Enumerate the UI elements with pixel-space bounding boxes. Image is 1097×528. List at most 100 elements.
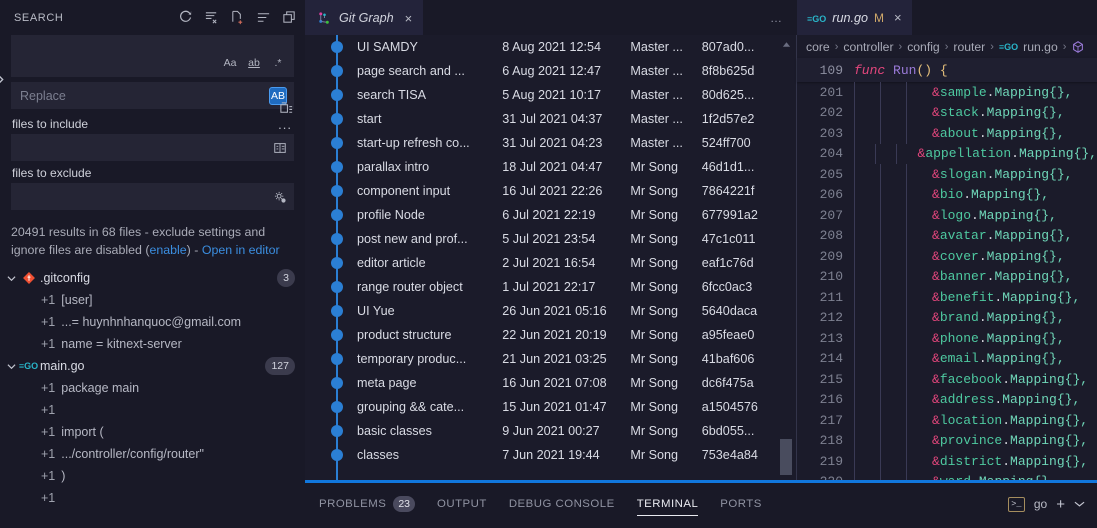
tab-git-graph[interactable]: Git Graph × bbox=[305, 0, 423, 35]
clear-search-results-icon[interactable] bbox=[204, 10, 219, 25]
new-terminal-icon[interactable]: + bbox=[1056, 496, 1065, 513]
code-line[interactable]: 218&province.Mapping{}, bbox=[797, 431, 1097, 452]
code-line[interactable]: 203&about.Mapping{}, bbox=[797, 123, 1097, 144]
commit-row[interactable]: basic classes 9 Jun 2021 00:27 Mr Song 6… bbox=[357, 419, 775, 443]
graph-node[interactable] bbox=[331, 449, 343, 461]
search-result-match[interactable]: +1 .../controller/config/router" bbox=[0, 443, 305, 465]
tab-run-go[interactable]: ≡GO run.go M × bbox=[797, 0, 912, 35]
graph-node[interactable] bbox=[331, 161, 343, 173]
search-result-match[interactable]: +1 ...= huynhnhanquoc@gmail.com bbox=[0, 311, 305, 333]
files-to-include-box[interactable] bbox=[11, 134, 294, 161]
tab-terminal[interactable]: TERMINAL bbox=[637, 483, 699, 525]
use-open-editors-icon[interactable] bbox=[273, 141, 287, 155]
enable-link[interactable]: enable bbox=[149, 243, 186, 257]
chevron-down-icon[interactable] bbox=[4, 274, 19, 283]
tab-output[interactable]: OUTPUT bbox=[437, 483, 487, 525]
replace-all-icon[interactable] bbox=[279, 101, 294, 116]
code-line[interactable]: 202&stack.Mapping{}, bbox=[797, 103, 1097, 124]
commit-row[interactable]: start-up refresh co... 31 Jul 2021 04:23… bbox=[357, 131, 775, 155]
search-input-box[interactable]: Aa ab .* bbox=[11, 35, 294, 77]
search-result-match[interactable]: +1 bbox=[0, 487, 305, 509]
search-result-match[interactable]: +1 [user] bbox=[0, 289, 305, 311]
close-icon[interactable]: × bbox=[405, 11, 413, 26]
code-line[interactable]: 201&sample.Mapping{}, bbox=[797, 82, 1097, 103]
breadcrumb-item-core[interactable]: core bbox=[806, 40, 830, 54]
toggle-search-details-icon[interactable]: ... bbox=[278, 117, 294, 132]
open-new-search-editor-icon[interactable] bbox=[230, 10, 245, 25]
graph-node[interactable] bbox=[331, 425, 343, 437]
code-content[interactable]: 201&sample.Mapping{}, 202&stack.Mapping{… bbox=[797, 82, 1097, 528]
tab-ports[interactable]: PORTS bbox=[720, 483, 762, 525]
commit-row[interactable]: component input 16 Jul 2021 22:26 Mr Son… bbox=[357, 179, 775, 203]
search-input[interactable] bbox=[20, 50, 221, 72]
code-line[interactable]: 205&slogan.Mapping{}, bbox=[797, 164, 1097, 185]
replace-input[interactable] bbox=[20, 83, 269, 108]
code-line[interactable]: 210&banner.Mapping{}, bbox=[797, 267, 1097, 288]
breadcrumb-item-controller[interactable]: controller bbox=[843, 40, 893, 54]
graph-node[interactable] bbox=[331, 41, 343, 53]
breadcrumb-item-run-go[interactable]: run.go bbox=[1023, 40, 1058, 54]
scrollbar-thumb[interactable] bbox=[780, 439, 792, 475]
match-whole-word-icon[interactable]: ab bbox=[245, 54, 263, 72]
code-line[interactable]: 206&bio.Mapping{}, bbox=[797, 185, 1097, 206]
code-line[interactable]: 213&phone.Mapping{}, bbox=[797, 328, 1097, 349]
graph-node[interactable] bbox=[331, 233, 343, 245]
view-as-list-icon[interactable] bbox=[256, 10, 271, 25]
commit-row[interactable]: page search and ... 6 Aug 2021 12:47 Mas… bbox=[357, 59, 775, 83]
code-line[interactable]: 211&benefit.Mapping{}, bbox=[797, 287, 1097, 308]
code-line[interactable]: 209&cover.Mapping{}, bbox=[797, 246, 1097, 267]
chevron-down-icon[interactable] bbox=[1074, 500, 1085, 508]
code-line[interactable]: 215&facebook.Mapping{}, bbox=[797, 369, 1097, 390]
files-to-exclude-input[interactable] bbox=[20, 184, 273, 209]
search-result-match[interactable]: +1 package main bbox=[0, 377, 305, 399]
search-result-match[interactable]: +1 bbox=[0, 399, 305, 421]
breadcrumb-item-router[interactable]: router bbox=[953, 40, 985, 54]
tab-debug-console[interactable]: DEBUG CONSOLE bbox=[509, 483, 615, 525]
refresh-icon[interactable] bbox=[178, 10, 193, 25]
git-graph-scrollbar[interactable] bbox=[779, 35, 793, 528]
graph-node[interactable] bbox=[331, 209, 343, 221]
tabbar-more-actions[interactable]: … bbox=[770, 0, 797, 35]
use-exclude-settings-icon[interactable] bbox=[273, 190, 287, 204]
symbol-method-icon[interactable] bbox=[1071, 40, 1085, 54]
graph-node[interactable] bbox=[331, 281, 343, 293]
commit-row[interactable]: product structure 22 Jun 2021 20:19 Mr S… bbox=[357, 323, 775, 347]
chevron-down-icon[interactable] bbox=[4, 362, 19, 371]
commit-row[interactable]: temporary produc... 21 Jun 2021 03:25 Mr… bbox=[357, 347, 775, 371]
commit-row[interactable]: start 31 Jul 2021 04:37 Master ... 1f2d5… bbox=[357, 107, 775, 131]
files-to-include-input[interactable] bbox=[20, 135, 273, 160]
graph-node[interactable] bbox=[331, 257, 343, 269]
graph-node[interactable] bbox=[331, 65, 343, 77]
graph-node[interactable] bbox=[331, 185, 343, 197]
files-to-exclude-box[interactable] bbox=[11, 183, 294, 210]
commit-row[interactable]: grouping && cate... 15 Jun 2021 01:47 Mr… bbox=[357, 395, 775, 419]
code-line[interactable]: 207&logo.Mapping{}, bbox=[797, 205, 1097, 226]
search-result-file-main-go[interactable]: ≡GO main.go 127 bbox=[0, 355, 305, 377]
replace-input-box[interactable]: AB bbox=[11, 82, 294, 109]
graph-node[interactable] bbox=[331, 353, 343, 365]
commit-row[interactable]: post new and prof... 5 Jul 2021 23:54 Mr… bbox=[357, 227, 775, 251]
graph-node[interactable] bbox=[331, 377, 343, 389]
commit-row[interactable]: UI Yue 26 Jun 2021 05:16 Mr Song 5640dac… bbox=[357, 299, 775, 323]
code-line[interactable]: 214&email.Mapping{}, bbox=[797, 349, 1097, 370]
search-result-match[interactable]: +1 import ( bbox=[0, 421, 305, 443]
commit-row[interactable]: search TISA 5 Aug 2021 10:17 Master ... … bbox=[357, 83, 775, 107]
commit-row[interactable]: range router object 1 Jul 2021 22:17 Mr … bbox=[357, 275, 775, 299]
graph-node[interactable] bbox=[331, 89, 343, 101]
code-line[interactable]: 204&appellation.Mapping{}, bbox=[797, 144, 1097, 165]
graph-node[interactable] bbox=[331, 401, 343, 413]
close-icon[interactable]: × bbox=[894, 10, 902, 25]
code-line[interactable]: 216&address.Mapping{}, bbox=[797, 390, 1097, 411]
collapse-all-icon[interactable] bbox=[282, 10, 297, 25]
code-line[interactable]: 217&location.Mapping{}, bbox=[797, 410, 1097, 431]
commit-row[interactable]: parallax intro 18 Jul 2021 04:47 Mr Song… bbox=[357, 155, 775, 179]
match-case-icon[interactable]: Aa bbox=[221, 54, 239, 72]
terminal-name[interactable]: go bbox=[1034, 497, 1047, 511]
commit-row[interactable]: editor article 2 Jul 2021 16:54 Mr Song … bbox=[357, 251, 775, 275]
use-regex-icon[interactable]: .* bbox=[269, 54, 287, 72]
tab-problems[interactable]: PROBLEMS 23 bbox=[319, 483, 415, 525]
search-result-match[interactable]: +1 ) bbox=[0, 465, 305, 487]
search-result-match[interactable]: +1 name = kitnext-server bbox=[0, 333, 305, 355]
commit-row[interactable]: UI SAMDY 8 Aug 2021 12:54 Master ... 807… bbox=[357, 35, 775, 59]
commit-row[interactable]: classes 7 Jun 2021 19:44 Mr Song 753e4a8… bbox=[357, 443, 775, 467]
